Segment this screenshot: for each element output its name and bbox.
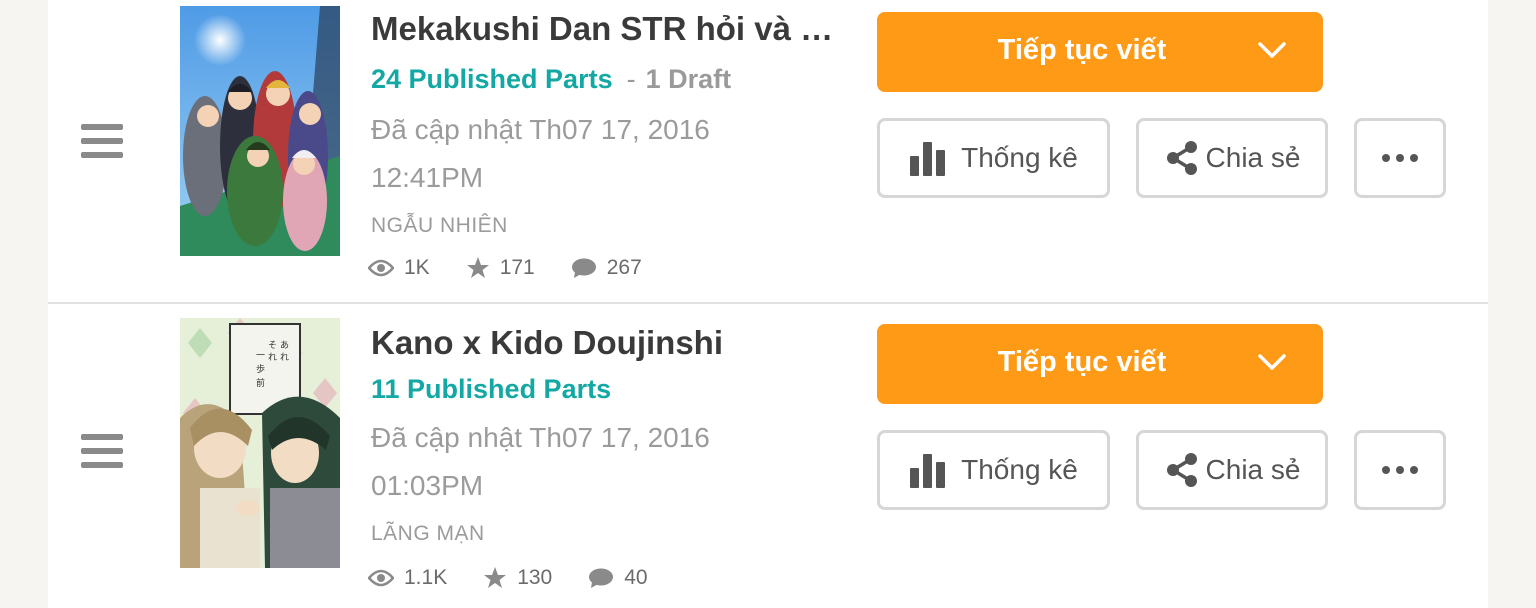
reads-count: 1.1K bbox=[404, 566, 448, 589]
story-genre: NGẪU NHIÊN bbox=[371, 214, 508, 237]
stats-label: Thống kê bbox=[961, 142, 1078, 173]
drag-handle-icon[interactable] bbox=[81, 434, 123, 468]
eye-icon bbox=[368, 569, 394, 587]
more-options-button[interactable] bbox=[1354, 430, 1446, 510]
parts-info: 24 Published Parts -1 Draft bbox=[371, 64, 731, 95]
continue-writing-label: Tiếp tục viết bbox=[997, 346, 1167, 378]
svg-text:そ: そ bbox=[268, 340, 277, 351]
published-parts-count[interactable]: 11 Published Parts bbox=[371, 374, 611, 404]
story-title[interactable]: Kano x Kido Doujinshi bbox=[371, 324, 841, 362]
more-dots-icon bbox=[1382, 154, 1418, 162]
story-title[interactable]: Mekakushi Dan STR hỏi và … bbox=[371, 10, 841, 48]
last-updated-date: Đã cập nhật Th07 17, 2016 bbox=[371, 114, 710, 145]
votes-count: 130 bbox=[517, 566, 553, 589]
stats-label: Thống kê bbox=[961, 454, 1078, 485]
continue-writing-button[interactable]: Tiếp tục viết bbox=[877, 324, 1323, 404]
star-icon bbox=[484, 567, 507, 588]
bar-chart-icon bbox=[910, 454, 946, 488]
drag-handle-icon[interactable] bbox=[81, 124, 123, 158]
story-cover[interactable]: あ れ そ れ 一 歩 前 bbox=[180, 318, 340, 568]
last-updated-time: 12:41PM bbox=[371, 162, 484, 193]
svg-text:前: 前 bbox=[256, 377, 265, 389]
votes-stat: 171 bbox=[466, 256, 535, 280]
continue-writing-button[interactable]: Tiếp tục viết bbox=[877, 12, 1323, 92]
story-genre: LÃNG MẠN bbox=[371, 522, 485, 545]
comment-icon bbox=[589, 568, 614, 588]
comment-icon bbox=[571, 258, 596, 278]
share-icon bbox=[1166, 453, 1197, 487]
svg-text:一: 一 bbox=[256, 351, 265, 361]
votes-stat: 130 bbox=[483, 566, 552, 590]
share-label: Chia sẻ bbox=[1205, 142, 1301, 173]
comments-stat: 40 bbox=[588, 566, 648, 590]
comments-count: 267 bbox=[606, 256, 642, 279]
eye-icon bbox=[368, 259, 394, 277]
share-button[interactable]: Chia sẻ bbox=[1136, 430, 1328, 510]
parts-info: 11 Published Parts bbox=[371, 374, 611, 405]
chevron-down-icon[interactable] bbox=[1257, 352, 1287, 372]
comments-count: 40 bbox=[624, 566, 648, 589]
story-row: Mekakushi Dan STR hỏi và … 24 Published … bbox=[48, 0, 1488, 304]
last-updated-time: 01:03PM bbox=[371, 470, 484, 501]
share-button[interactable]: Chia sẻ bbox=[1136, 118, 1328, 198]
svg-text:れ: れ bbox=[268, 352, 277, 363]
svg-text:れ: れ bbox=[280, 352, 289, 363]
reads-count: 1K bbox=[404, 256, 430, 279]
more-dots-icon bbox=[1382, 466, 1418, 474]
share-icon bbox=[1166, 141, 1197, 175]
story-stats: 1K 171 267 bbox=[368, 256, 678, 280]
story-stats: 1.1K 130 40 bbox=[368, 566, 684, 590]
bar-chart-icon bbox=[910, 142, 946, 176]
published-parts-count[interactable]: 24 Published Parts bbox=[371, 64, 613, 94]
reads-stat: 1K bbox=[368, 256, 430, 280]
share-label: Chia sẻ bbox=[1205, 454, 1301, 485]
svg-text:あ: あ bbox=[280, 340, 289, 351]
stats-button[interactable]: Thống kê bbox=[877, 118, 1110, 198]
story-row: あ れ そ れ 一 歩 前 Kano x Kido Doujinshi 11 P… bbox=[48, 304, 1488, 608]
draft-count: 1 Draft bbox=[645, 64, 732, 94]
svg-text:歩: 歩 bbox=[256, 363, 265, 375]
story-cover[interactable] bbox=[180, 6, 340, 256]
last-updated-date: Đã cập nhật Th07 17, 2016 bbox=[371, 422, 710, 453]
comments-stat: 267 bbox=[571, 256, 642, 280]
last-updated: Đã cập nhật Th07 17, 2016 01:03PM bbox=[371, 414, 791, 510]
last-updated: Đã cập nhật Th07 17, 2016 12:41PM bbox=[371, 106, 791, 202]
stats-button[interactable]: Thống kê bbox=[877, 430, 1110, 510]
star-icon bbox=[466, 257, 489, 278]
reads-stat: 1.1K bbox=[368, 566, 447, 590]
votes-count: 171 bbox=[499, 256, 535, 279]
continue-writing-label: Tiếp tục viết bbox=[997, 34, 1167, 66]
chevron-down-icon[interactable] bbox=[1257, 40, 1287, 60]
parts-separator: - bbox=[626, 64, 636, 94]
more-options-button[interactable] bbox=[1354, 118, 1446, 198]
